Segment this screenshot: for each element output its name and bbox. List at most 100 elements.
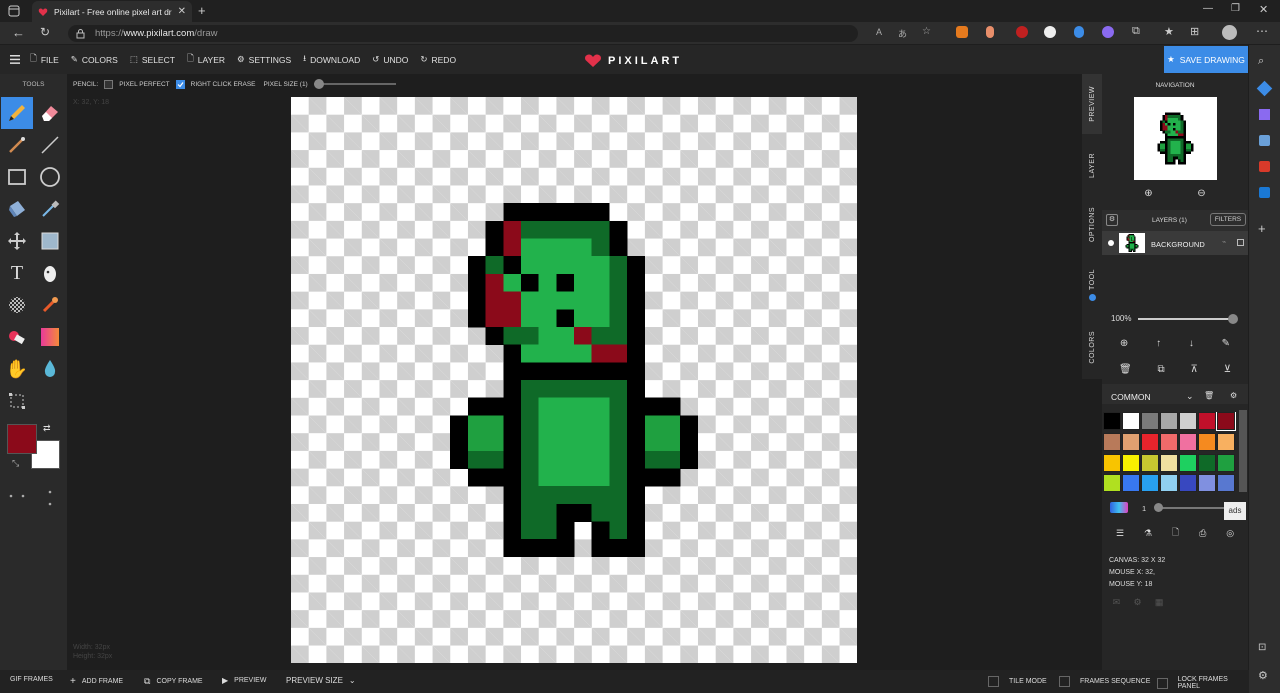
palette-swatch[interactable]	[1103, 453, 1121, 472]
tile-mode-toggle[interactable]: TILE MODE	[988, 676, 1047, 687]
palette-dropdown-icon[interactable]: ⌄	[1186, 391, 1194, 402]
colors-tab[interactable]: COLORS	[1082, 318, 1102, 376]
extension-drop-icon[interactable]	[1074, 26, 1084, 38]
crop-tool[interactable]	[1, 385, 33, 417]
save-drawing-button[interactable]: ★ SAVE DRAWING	[1164, 46, 1248, 73]
colors-menu[interactable]: ✎ COLORS	[71, 54, 118, 65]
tile-mode-checkbox[interactable]	[988, 676, 999, 687]
undo-button[interactable]: ↺ UNDO	[372, 54, 408, 65]
delete-palette-icon[interactable]: 🗑	[1204, 391, 1214, 400]
palette-swatch[interactable]	[1179, 453, 1197, 472]
opacity-slider-handle[interactable]	[1228, 314, 1238, 324]
palette-swatch[interactable]	[1160, 412, 1178, 430]
minimize-icon[interactable]: —	[1203, 3, 1213, 14]
sidebar-settings-icon[interactable]: ⚙	[1258, 669, 1268, 682]
export-icon[interactable]: ⎙	[1199, 528, 1206, 539]
tools-sidebar-icon[interactable]	[1259, 109, 1270, 120]
collections-icon[interactable]: ⊞	[1190, 25, 1199, 38]
eraser-tool[interactable]	[34, 97, 66, 129]
palette-swatch[interactable]	[1141, 453, 1159, 472]
tool-tab[interactable]: TOOL	[1082, 256, 1102, 314]
merge-layer-icon[interactable]: ⊼	[1191, 364, 1198, 375]
color-picker-icon[interactable]	[1110, 502, 1128, 513]
palette-swatch[interactable]	[1141, 474, 1159, 493]
palette-swatch[interactable]	[1198, 412, 1216, 430]
shade-tool[interactable]	[34, 225, 66, 257]
gradient-tool[interactable]	[34, 321, 66, 353]
file-menu[interactable]: 🗋 FILE	[30, 53, 59, 67]
zoom-out-icon[interactable]: ⊖	[1197, 188, 1205, 199]
browser-tab[interactable]: Pixilart - Free online pixel art dra... …	[32, 1, 192, 22]
pixel-size-slider[interactable]	[313, 79, 396, 89]
palette-swatch[interactable]	[1122, 453, 1140, 472]
palette-swatch[interactable]	[1103, 474, 1121, 493]
reset-colors-icon[interactable]: ⤡	[12, 458, 19, 469]
palette-swatch[interactable]	[1179, 432, 1197, 451]
refresh-icon[interactable]: ↻	[40, 25, 50, 39]
download-menu[interactable]: ⭳ DOWNLOAD	[303, 53, 360, 67]
duplicate-layer-icon[interactable]: ⧉	[1158, 364, 1165, 375]
palette-swatch[interactable]	[1217, 453, 1235, 472]
browser-menu-icon[interactable]: ⋯	[1256, 24, 1268, 38]
sidebar-layout-icon[interactable]: ⊡	[1258, 642, 1266, 653]
options-tab[interactable]: OPTIONS	[1082, 196, 1102, 254]
close-tab-icon[interactable]: ✕	[178, 6, 186, 17]
palette-swatch[interactable]	[1103, 432, 1121, 451]
layer-select-checkbox[interactable]	[1237, 239, 1244, 246]
flask-icon[interactable]: ⚗	[1144, 528, 1152, 539]
palette-swatch[interactable]	[1122, 432, 1140, 451]
palette-swatch[interactable]	[1198, 474, 1216, 493]
navigation-preview[interactable]	[1134, 97, 1217, 180]
palette-swatch[interactable]	[1141, 432, 1159, 451]
gif-frames-toggle[interactable]: GIF FRAMES	[10, 676, 53, 683]
read-aloud-icon[interactable]: A	[876, 27, 882, 37]
line-tool[interactable]	[34, 129, 66, 161]
primary-color-swatch[interactable]	[7, 424, 37, 454]
tag-icon[interactable]	[1256, 80, 1273, 97]
list-icon[interactable]: ☰	[1116, 528, 1124, 539]
color-replace-tool[interactable]	[1, 321, 33, 353]
games-icon[interactable]	[1259, 135, 1270, 146]
palette-swatch[interactable]	[1122, 412, 1140, 430]
layer-menu[interactable]: 🗋 LAYER	[187, 53, 225, 67]
document-icon[interactable]: 🗋	[1172, 525, 1179, 541]
target-icon[interactable]: ◎	[1226, 528, 1234, 539]
stamp-tool[interactable]	[34, 289, 66, 321]
palette-swatch[interactable]	[1160, 432, 1178, 451]
delete-layer-icon[interactable]: 🗑	[1119, 364, 1132, 375]
favorite-add-icon[interactable]: ☆	[922, 26, 931, 37]
brush-tool[interactable]	[1, 129, 33, 161]
extension-red-icon[interactable]	[1016, 26, 1028, 38]
maximize-icon[interactable]: ❐	[1231, 3, 1240, 14]
add-layer-icon[interactable]: ⊕	[1120, 338, 1128, 349]
pixel-size-slider-handle[interactable]	[313, 79, 324, 89]
close-window-icon[interactable]: ✕	[1259, 3, 1268, 16]
palette-swatch[interactable]	[1103, 412, 1121, 430]
filters-button[interactable]: FILTERS	[1210, 213, 1246, 226]
grid-view-icon[interactable]: ▦	[1155, 597, 1164, 608]
layer-settings-icon[interactable]: ⚙	[1106, 214, 1118, 226]
add-sidebar-icon[interactable]: +	[1258, 221, 1266, 236]
settings-menu[interactable]: ⚙ SETTINGS	[237, 54, 291, 65]
pixilart-logo[interactable]: PIXILART	[584, 53, 682, 68]
drawing-canvas[interactable]	[291, 97, 857, 663]
address-input[interactable]: https://www.pixilart.com/draw	[68, 25, 858, 42]
extension-icon[interactable]	[986, 26, 994, 38]
profile-avatar[interactable]	[1222, 25, 1237, 40]
right-click-erase-checkbox[interactable]	[175, 79, 185, 89]
select-menu[interactable]: ⬚ SELECT	[130, 54, 175, 65]
preview-size-dropdown[interactable]: PREVIEW SIZE ⌄	[286, 676, 356, 685]
frames-sequence-checkbox[interactable]	[1059, 676, 1070, 687]
opacity-slider[interactable]	[1138, 318, 1233, 320]
brush-size-slider-handle[interactable]	[1154, 503, 1163, 512]
preview-tab[interactable]: PREVIEW	[1082, 74, 1102, 134]
palette-swatch[interactable]	[1198, 453, 1216, 472]
layer-tab[interactable]: LAYER	[1082, 136, 1102, 194]
palette-settings-icon[interactable]: ⚙	[1230, 391, 1237, 400]
translate-icon[interactable]: あ	[898, 27, 907, 40]
edit-layer-icon[interactable]: ✎	[1222, 338, 1230, 349]
extension-purple-icon[interactable]	[1102, 26, 1114, 38]
text-tool[interactable]: T	[1, 257, 33, 289]
hand-tool[interactable]: ✋	[1, 353, 33, 385]
extensions-icon[interactable]: ⧉	[1132, 25, 1140, 38]
